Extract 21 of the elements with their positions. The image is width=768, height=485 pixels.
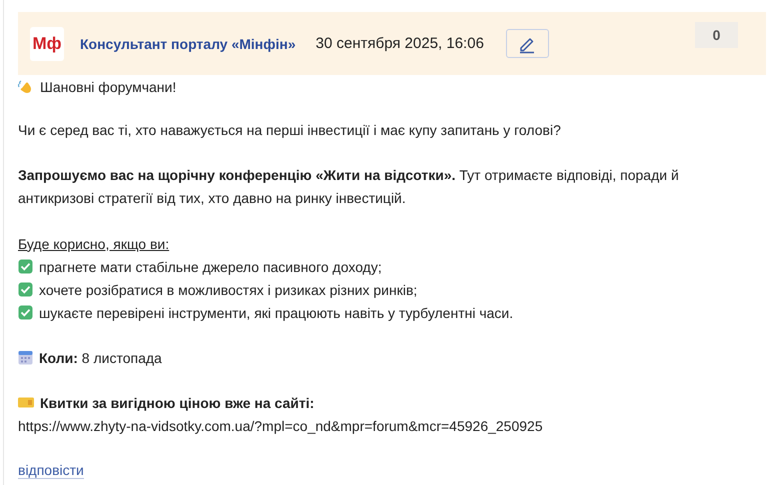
calendar-icon <box>18 350 33 365</box>
ticket-icon <box>18 397 34 408</box>
list-heading: Буде корисно, якщо ви: <box>18 236 170 252</box>
paragraph: Запрошуємо вас на щорічну конференцію «Жити на відсотки». Тут отримаєте відповіді, поради й антикризові стратегії від тих, хто давно на ринку інвестицій. <box>18 166 680 208</box>
edit-button[interactable] <box>506 29 549 58</box>
check-icon <box>18 305 33 320</box>
paragraph: Чи є серед вас ті, хто наважується на перші інвестиції і має купу запитань у голові? <box>18 121 562 140</box>
logo: Мф <box>30 26 64 60</box>
author-link[interactable]: Консультант порталу «Мінфін» <box>80 36 296 52</box>
tickets-text: Квитки за вигідною ціною вже на сайті: <box>40 394 314 410</box>
rating-counter: 0 <box>695 22 738 48</box>
post-date: 30 сентября 2025, 16:06 <box>316 35 484 52</box>
reply-link[interactable]: відповісти <box>18 462 84 479</box>
list-item: прагнете мати стабільне джерело пасивного доходу; <box>39 258 382 274</box>
greeting-text: Шановні форумчани! <box>40 78 176 94</box>
list-item: шукаєте перевірені інструменти, які працюють навіть у турбулентні часи. <box>39 304 514 320</box>
event-date: Коли: 8 листопада <box>39 350 162 366</box>
ticket-url: https://www.zhyty-na-vidsotky.com.ua/?mpl=co_nd&mpr=forum&mcr=45926_250925 <box>18 418 543 434</box>
check-icon <box>18 259 33 274</box>
list-item: хочете розібратися в можливостях і ризиках різних ринків; <box>39 282 418 298</box>
check-icon <box>18 282 33 297</box>
